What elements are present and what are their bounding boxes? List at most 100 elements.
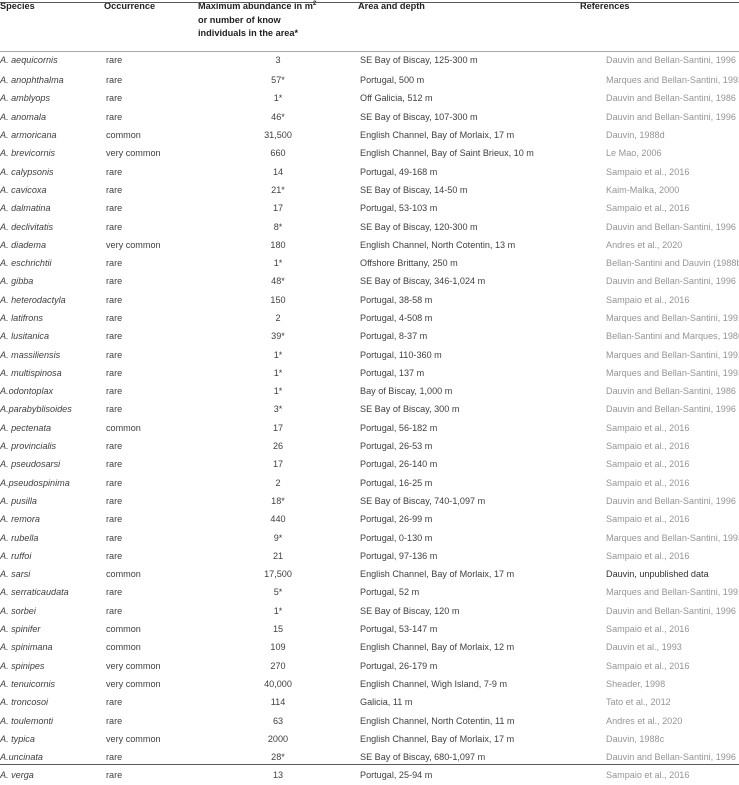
cell-references: Dauvin, 1988d: [606, 130, 665, 141]
cell-abundance: 109: [270, 642, 286, 653]
cell-area-depth: Portugal, 49-168 m: [360, 166, 438, 177]
table-row: A. spinimana common 109 English Channel, Ba…: [0, 638, 739, 656]
table-row: A. multispinosa rare 1* Portugal, 137 m Marq…: [0, 364, 739, 382]
cell-occurrence: rare: [106, 477, 123, 488]
table-row: A. toulemonti rare 63 English Channel, Nort…: [0, 711, 739, 729]
cell-species: A. rubella: [0, 532, 39, 543]
cell-references: Sampaio et al., 2016: [606, 459, 690, 470]
table-row: A. rubella rare 9* Portugal, 0-130 m Marques…: [0, 528, 739, 546]
table-row: A.pseudospinima rare 2 Portugal, 16-25 m Sam…: [0, 474, 739, 492]
cell-occurrence: rare: [106, 459, 123, 470]
cell-references: Dauvin and Bellan-Santini, 1986: [606, 386, 736, 397]
table-row: A. pusilla rare 18* SE Bay of Biscay, 740-1…: [0, 492, 739, 510]
cell-references: Marques and Bellan-Santini, 1993: [606, 532, 739, 543]
cell-occurrence: rare: [106, 203, 123, 214]
cell-abundance: 150: [270, 294, 286, 305]
cell-occurrence: common: [106, 569, 141, 580]
cell-area-depth: Portugal, 110-360 m: [360, 349, 442, 360]
cell-occurrence: rare: [106, 221, 123, 232]
cell-species: A. toulemonti: [0, 715, 54, 726]
cell-abundance: 26: [272, 441, 284, 452]
cell-abundance: 46*: [271, 111, 285, 122]
cell-occurrence: rare: [106, 349, 123, 360]
cell-occurrence: very common: [106, 678, 161, 689]
cell-species: A. ruffoi: [0, 550, 32, 561]
cell-references: Andres et al., 2020: [606, 715, 683, 726]
cell-occurrence: rare: [106, 55, 123, 65]
column-header-occurrence: Occurrence: [104, 0, 198, 49]
cell-area-depth: Portugal, 16-25 m: [360, 477, 433, 488]
table-row: A. typica very common 2000 English Channel,…: [0, 730, 739, 748]
cell-abundance: 1*: [273, 93, 283, 104]
cell-references: Dauvin and Bellan-Santini, 1996: [606, 404, 736, 415]
column-header-abundance-line2: or number of know: [198, 14, 281, 25]
cell-occurrence: rare: [106, 605, 123, 616]
cell-references: Bellan-Santini and Marques, 1986: [606, 331, 739, 342]
cell-abundance: 270: [270, 660, 286, 671]
cell-area-depth: SE Bay of Biscay, 14-50 m: [360, 184, 468, 195]
cell-species: A. massiliensis: [0, 349, 61, 360]
cell-occurrence: very common: [106, 660, 161, 671]
cell-occurrence: rare: [106, 404, 123, 415]
cell-species: A.odontoplax: [0, 386, 54, 397]
cell-species: A. troncosoi: [0, 697, 49, 708]
cell-area-depth: Portugal, 26-140 m: [360, 459, 438, 470]
table-row: A. ruffoi rare 21 Portugal, 97-136 m Sampaio…: [0, 547, 739, 565]
table-row: A. remora rare 440 Portugal, 26-99 m Sampaio…: [0, 510, 739, 528]
cell-species: A. tenuicornis: [0, 678, 56, 689]
cell-area-depth: English Channel, Bay of Morlaix, 17 m: [360, 130, 515, 141]
cell-species: A.parabyblisoides: [0, 404, 72, 415]
cell-abundance: 9*: [273, 532, 283, 543]
cell-area-depth: Portugal, 500 m: [360, 75, 425, 86]
cell-abundance: 17,500: [264, 569, 292, 580]
cell-references: Kaim-Malka, 2000: [606, 184, 680, 195]
table-row: A. troncosoi rare 114 Galicia, 11 m Tato et …: [0, 693, 739, 711]
cell-references: Dauvin and Bellan-Santini, 1996: [606, 55, 736, 65]
cell-references: Marques and Bellan-Santini, 1991: [606, 587, 739, 598]
cell-references: Sampaio et al., 2016: [606, 294, 690, 305]
column-header-species: Species: [0, 0, 104, 49]
cell-area-depth: Portugal, 25-94 m: [360, 770, 433, 781]
cell-species: A. aequicornis: [0, 55, 58, 65]
table-row: A. spinifer common 15 Portugal, 53-147 m Sam…: [0, 620, 739, 638]
cell-species: A. latifrons: [0, 313, 43, 323]
cell-abundance: 1*: [273, 386, 283, 397]
cell-abundance: 180: [270, 239, 286, 250]
cell-abundance: 1*: [273, 258, 283, 269]
table-top-rule: [0, 2, 739, 3]
table-row: A. eschrichtii rare 1* Offshore Brittany, 2…: [0, 254, 739, 272]
cell-abundance: 2: [275, 313, 281, 323]
cell-occurrence: rare: [106, 258, 123, 269]
cell-abundance: 17: [272, 422, 284, 433]
table-row: A. spinipes very common 270 Portugal, 26-17…: [0, 657, 739, 675]
cell-abundance: 57*: [271, 75, 285, 86]
cell-area-depth: SE Bay of Biscay, 120 m: [360, 605, 460, 616]
cell-area-depth: Portugal, 38-58 m: [360, 294, 433, 305]
cell-references: Dauvin, unpublished data: [606, 569, 709, 580]
table-row: A. sarsi common 17,500 English Channel, Bay…: [0, 565, 739, 583]
cell-species: A. anomala: [0, 111, 47, 122]
cell-species: A. eschrichtii: [0, 258, 52, 269]
cell-occurrence: rare: [106, 495, 123, 506]
cell-occurrence: rare: [106, 514, 123, 525]
cell-abundance: 39*: [271, 331, 285, 342]
cell-occurrence: rare: [106, 697, 123, 708]
table-row: A. declivitatis rare 8* SE Bay of Biscay, 1…: [0, 217, 739, 235]
cell-species: A. pusilla: [0, 495, 37, 506]
cell-area-depth: Portugal, 56-182 m: [360, 422, 438, 433]
table-row: A. anomala rare 46* SE Bay of Biscay, 107-3…: [0, 108, 739, 126]
cell-references: Dauvin and Bellan-Santini, 1996: [606, 605, 736, 616]
cell-abundance: 114: [270, 697, 286, 708]
cell-references: Sampaio et al., 2016: [606, 660, 690, 671]
cell-references: Marques and Bellan-Santini, 1993: [606, 367, 739, 378]
cell-abundance: 31,500: [264, 130, 292, 141]
cell-occurrence: rare: [106, 184, 123, 195]
cell-references: Dauvin et al., 1993: [606, 642, 682, 653]
cell-species: A. gibba: [0, 276, 34, 287]
table-row: A. serraticaudata rare 5* Portugal, 52 m Mar…: [0, 583, 739, 601]
table-row: A. gibba rare 48* SE Bay of Biscay, 346-1,0…: [0, 272, 739, 290]
table-row: A. heterodactyla rare 150 Portugal, 38-58 m…: [0, 291, 739, 309]
cell-area-depth: Portugal, 53-103 m: [360, 203, 438, 214]
cell-abundance: 14: [272, 166, 284, 177]
table-header-row: Species Occurrence Maximum abundance in …: [0, 0, 739, 49]
